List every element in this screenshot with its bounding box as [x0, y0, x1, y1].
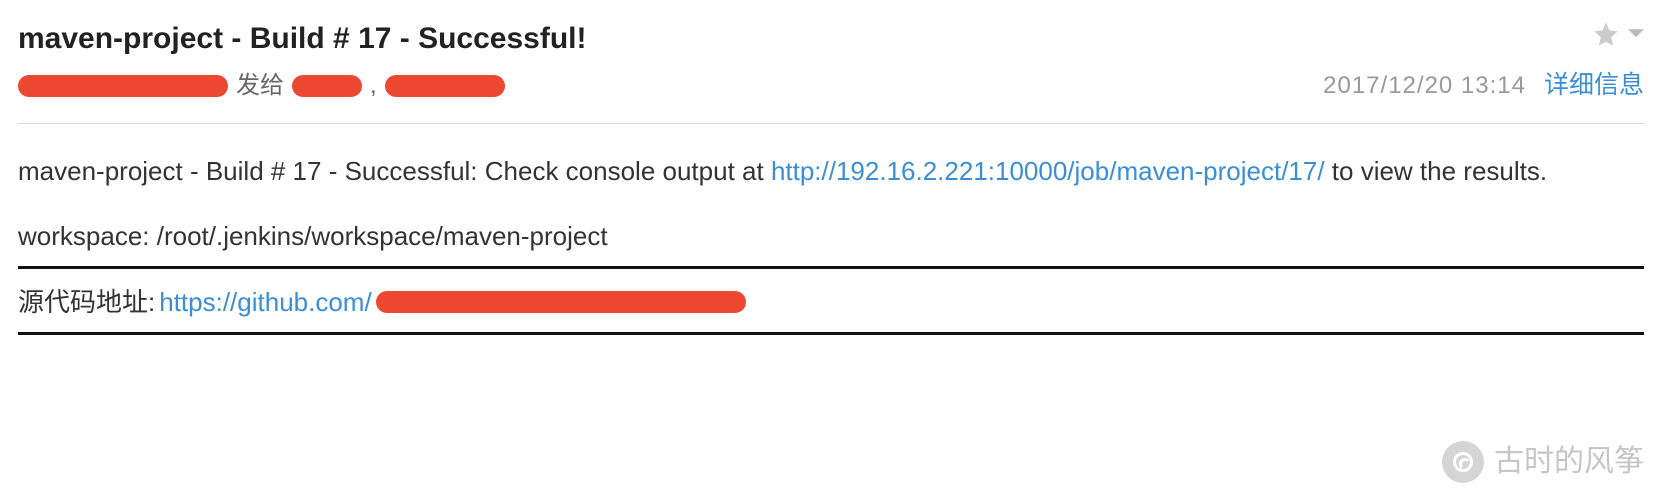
watermark-text: 古时的风筝 [1494, 439, 1644, 484]
watermark: 古时的风筝 [1442, 439, 1644, 484]
source-code-link[interactable]: https://github.com/ [159, 283, 371, 322]
build-summary-text: maven-project - Build # 17 - Successful:… [18, 156, 771, 186]
wechat-icon [1442, 441, 1484, 483]
detail-link[interactable]: 详细信息 [1544, 67, 1644, 105]
workspace-path: workspace: /root/.jenkins/workspace/mave… [18, 217, 1644, 256]
email-body: maven-project - Build # 17 - Successful:… [18, 152, 1644, 335]
email-timestamp: 2017/12/20 13:14 [1323, 68, 1526, 104]
redaction-recipient-2 [385, 75, 505, 97]
source-code-label: 源代码地址: [18, 283, 155, 322]
email-subject: maven-project - Build # 17 - Successful! [18, 16, 587, 61]
sent-to-label: 发给 [236, 68, 284, 104]
email-actions [1592, 20, 1644, 48]
build-summary-suffix: to view the results. [1325, 156, 1548, 186]
source-code-row: 源代码地址: https://github.com/ [18, 283, 1644, 322]
build-summary-paragraph: maven-project - Build # 17 - Successful:… [18, 152, 1644, 191]
sender-recipient-row: 发给 , [18, 68, 505, 104]
divider [18, 266, 1644, 269]
redaction-source-url [376, 291, 746, 313]
redaction-recipient-1 [292, 75, 362, 97]
star-icon[interactable] [1592, 20, 1620, 48]
recipient-separator: , [370, 68, 377, 104]
chevron-down-icon[interactable] [1628, 28, 1644, 40]
console-output-link[interactable]: http://192.16.2.221:10000/job/maven-proj… [771, 156, 1325, 186]
divider [18, 332, 1644, 335]
redaction-sender [18, 75, 228, 97]
